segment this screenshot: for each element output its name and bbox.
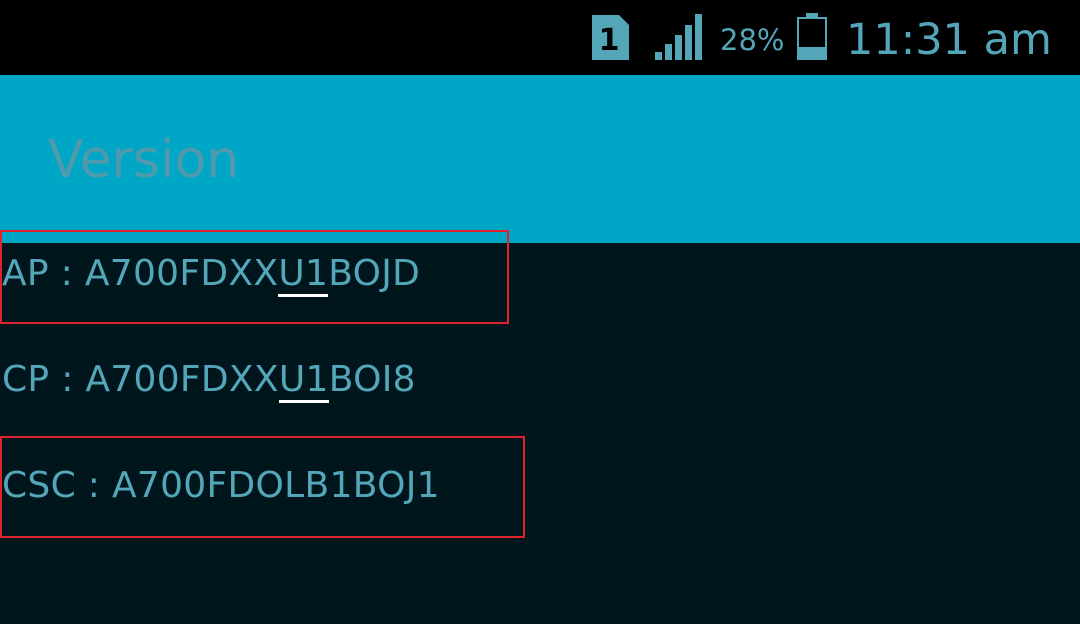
- highlight-box-ap: [0, 230, 509, 324]
- sim-slot-number: 1: [599, 23, 620, 58]
- cp-version-suffix: BOI8: [328, 359, 416, 400]
- status-bar: 1 28% 11:31 am: [0, 0, 1080, 75]
- cp-version-row: CP : A700FDXXU1BOI8: [2, 358, 416, 403]
- battery-percentage: 28%: [720, 23, 785, 57]
- signal-icon: [655, 14, 702, 60]
- clock: 11:31 am: [846, 15, 1052, 65]
- cp-version-underlined: U1: [278, 359, 329, 403]
- highlight-box-csc: [0, 436, 525, 538]
- sim-1-icon: 1: [592, 15, 629, 60]
- cp-version-prefix: CP : A700FDXX: [2, 359, 279, 400]
- battery-icon: [797, 13, 827, 60]
- page-title: Version: [48, 130, 240, 190]
